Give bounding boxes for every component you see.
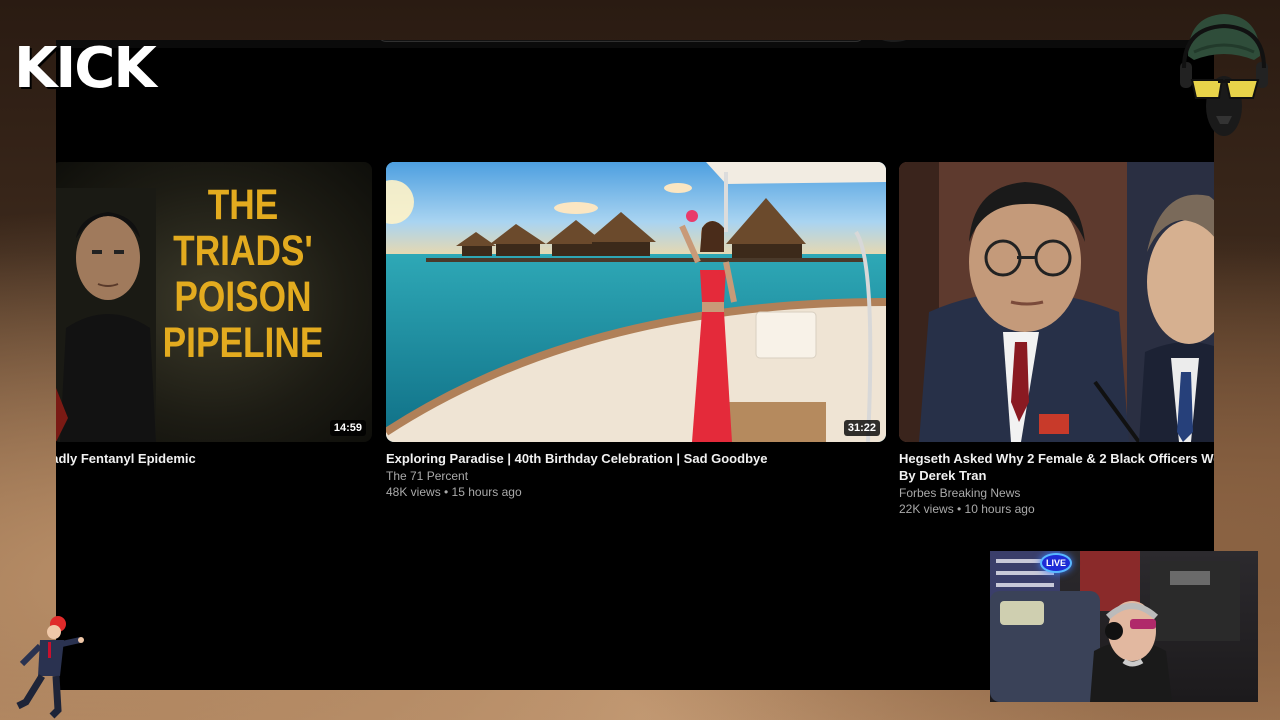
live-badge: LIVE [1040, 553, 1072, 573]
hearing-scene-image [899, 162, 1214, 442]
thumbnail-headline: THE TRIADS' POISON PIPELINE [149, 182, 338, 366]
thumb-text-line: THE [207, 181, 279, 229]
thumb-text-line: POISON [174, 273, 312, 321]
video-card-3[interactable]: Hegseth Asked Why 2 Female & 2 Black Off… [899, 162, 1214, 517]
mascot-avatar-icon [1180, 14, 1268, 136]
channel-name[interactable]: Forbes Breaking News [899, 485, 1214, 501]
thumb-text-line: TRIADS' [173, 227, 313, 275]
duration-badge: 14:59 [329, 420, 366, 436]
yacht-scene-image [386, 162, 886, 442]
video-title[interactable]: Exploring Paradise | 40th Birthday Celeb… [386, 450, 886, 467]
video-card-2[interactable]: 31:22 Exploring Paradise | 40th Birthday… [386, 162, 886, 500]
duration-badge: 31:22 [843, 420, 880, 436]
portrait-image [56, 188, 156, 442]
webcam-feed-image [990, 551, 1240, 702]
video-title-line: Hegseth Asked Why 2 Female & 2 Black Off… [899, 451, 1214, 466]
video-meta: 22K views • 10 hours ago [899, 502, 1035, 516]
search-bar[interactable] [378, 40, 864, 42]
thumb-text-line: PIPELINE [162, 319, 324, 367]
video-thumbnail-hearing[interactable] [899, 162, 1214, 442]
kick-logo: KICK [14, 36, 157, 101]
dancing-figure-icon [16, 616, 84, 719]
webcam-overlay: LIVE [990, 551, 1258, 702]
channel-name[interactable]: The 71 Percent [386, 468, 886, 484]
video-title-line: By Derek Tran [899, 468, 987, 483]
video-card-1[interactable]: THE TRIADS' POISON PIPELINE 14:59 eadly … [56, 162, 372, 467]
video-title[interactable]: eadly Fentanyl Epidemic [56, 450, 372, 467]
video-thumbnail-triads[interactable]: THE TRIADS' POISON PIPELINE 14:59 [56, 162, 372, 442]
video-title[interactable]: Hegseth Asked Why 2 Female & 2 Black Off… [899, 450, 1214, 484]
video-thumbnail-paradise[interactable]: 31:22 [386, 162, 886, 442]
video-meta: 48K views • 15 hours ago [386, 485, 522, 499]
